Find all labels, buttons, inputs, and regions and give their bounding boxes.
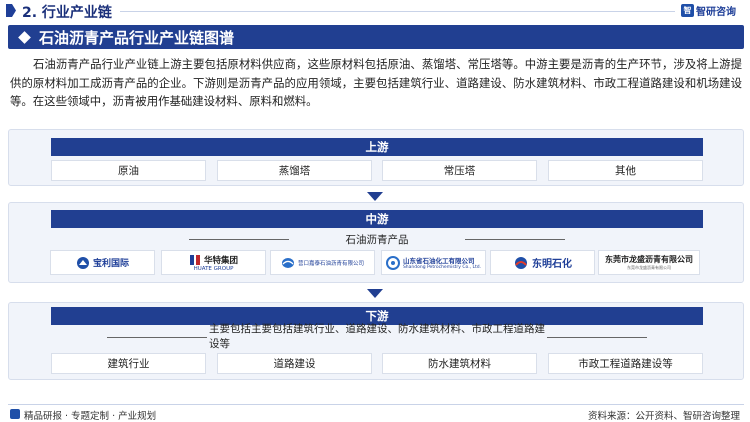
- section-marker-icon: [6, 4, 16, 17]
- downstream-item: 建筑行业: [51, 353, 206, 374]
- page-header: 2. 行业产业链 智 智研咨询: [0, 0, 750, 22]
- company-name: 营口嘉泰石油沥青有限公司: [297, 260, 364, 267]
- company-logo-dongming: 东明石化: [490, 250, 595, 275]
- company-name: 宝利国际: [92, 259, 129, 269]
- flow-arrow-icon: [367, 192, 383, 201]
- upstream-panel: 上游 原油 蒸馏塔 常压塔 其他: [8, 129, 744, 186]
- shandong-petro-logo-icon: [385, 255, 400, 270]
- dongming-logo-icon: [515, 256, 527, 269]
- subtitle-line-left: [189, 239, 289, 240]
- subtitle-line-left: [107, 337, 207, 338]
- page-footer: 精品研报 · 专题定制 · 产业规划 资料来源：公开资料、智研咨询整理: [0, 404, 750, 422]
- company-name: 华特集团: [203, 255, 238, 266]
- subtitle-line-right: [547, 337, 647, 338]
- downstream-item: 市政工程道路建设等: [548, 353, 703, 374]
- downstream-item: 防水建筑材料: [382, 353, 537, 374]
- footer-tagline: 精品研报 · 专题定制 · 产业规划: [24, 411, 157, 422]
- upstream-item: 原油: [51, 160, 206, 181]
- brand-logo-icon: 智: [681, 4, 694, 17]
- brand-logo-text: 智研咨询: [696, 7, 736, 18]
- header-divider: [120, 11, 675, 12]
- brand-logo: 智 智研咨询: [681, 3, 736, 18]
- diamond-icon: [18, 30, 31, 44]
- company-logo-yingkou: 营口嘉泰石油沥青有限公司: [270, 250, 375, 275]
- title-band: 石油沥青产品行业产业链图谱: [8, 25, 744, 49]
- company-logo-shandong: 山东省石油化工有限公司 Shandong Petrochemistry Co.,…: [381, 250, 486, 275]
- subtitle-line-right: [465, 239, 565, 240]
- footer-divider: [8, 404, 744, 405]
- company-subname: 东莞市龙盛沥青有限公司: [627, 265, 671, 270]
- baoli-logo-icon: [76, 256, 89, 269]
- midstream-subtitle: 石油沥青产品: [345, 233, 409, 246]
- company-logo-longsheng: 东莞市龙盛沥青有限公司 东莞市龙盛沥青有限公司: [598, 250, 700, 275]
- downstream-item: 道路建设: [217, 353, 372, 374]
- downstream-subtitle: 主要包括主要包括建筑行业、道路建设、防水建筑材料、市政工程道路建设等: [209, 323, 545, 350]
- upstream-item: 其他: [548, 160, 703, 181]
- company-subname: Shandong Petrochemistry Co., Ltd.: [402, 265, 482, 270]
- yingkou-logo-icon: [281, 257, 294, 268]
- upstream-item: 常压塔: [382, 160, 537, 181]
- footer-source: 资料来源：公开资料、智研咨询整理: [587, 411, 740, 422]
- company-name: 山东省石油化工有限公司: [402, 257, 475, 265]
- company-logo-baoli: 宝利国际: [50, 250, 155, 275]
- downstream-panel: 下游 主要包括主要包括建筑行业、道路建设、防水建筑材料、市政工程道路建设等 建筑…: [8, 302, 744, 380]
- upstream-header: 上游: [51, 138, 703, 156]
- footer-logo-icon: [10, 409, 20, 419]
- company-logo-huate: 华特集团 HUATE GROUP: [161, 250, 266, 275]
- company-subname: HUATE GROUP: [193, 265, 234, 272]
- flow-arrow-icon: [367, 289, 383, 298]
- huate-logo-icon: [189, 254, 200, 265]
- page-title: 石油沥青产品行业产业链图谱: [39, 28, 235, 47]
- company-name: 东明石化: [532, 259, 572, 270]
- intro-paragraph: 石油沥青产品行业产业链上游主要包括原材料供应商，这些原材料包括原油、蒸馏塔、常压…: [10, 57, 742, 108]
- midstream-header: 中游: [51, 210, 703, 228]
- company-name: 东莞市龙盛沥青有限公司: [605, 255, 693, 264]
- section-title: 2. 行业产业链: [22, 5, 112, 21]
- upstream-item: 蒸馏塔: [217, 160, 372, 181]
